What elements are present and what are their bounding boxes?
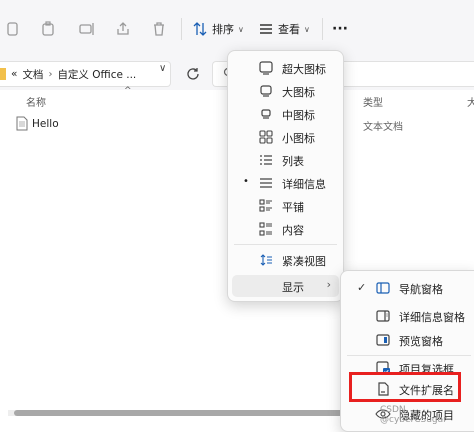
- menu-divider: [234, 244, 337, 245]
- breadcrumb-item-custom-office[interactable]: 自定义 Office ...: [57, 67, 136, 82]
- menu-item-navigation-pane[interactable]: ✓ 导航窗格: [345, 277, 474, 299]
- horizontal-scrollbar-thumb[interactable]: [14, 410, 352, 416]
- menu-item-large-icons[interactable]: 大图标: [232, 80, 339, 102]
- preview-pane-icon: [376, 334, 390, 346]
- file-name: Hello: [32, 118, 59, 130]
- menu-item-label: 小图标: [282, 132, 315, 145]
- sort-icon: [193, 22, 207, 36]
- watermark: CSDN @cyberCSugar: [380, 405, 447, 425]
- breadcrumb[interactable]: « 文档 › 自定义 Office ...: [0, 61, 171, 87]
- paste-icon[interactable]: [40, 20, 58, 38]
- selected-bullet-icon: •: [243, 176, 249, 187]
- compact-view-icon: [260, 254, 272, 266]
- refresh-icon[interactable]: [185, 66, 201, 82]
- menu-item-list[interactable]: 列表: [232, 149, 339, 171]
- breadcrumb-overflow[interactable]: «: [11, 68, 17, 80]
- sort-label: 排序: [212, 23, 234, 36]
- chevron-down-icon: ∨: [238, 24, 244, 34]
- details-icon: [260, 178, 272, 188]
- menu-item-label: 中图标: [282, 109, 315, 122]
- menu-item-details[interactable]: • 详细信息: [232, 172, 339, 194]
- menu-item-label: 详细信息窗格: [399, 311, 465, 324]
- medium-icons-icon: [261, 109, 271, 119]
- menu-divider: [347, 355, 471, 356]
- menu-item-compact-view[interactable]: 紧凑视图: [232, 249, 339, 271]
- rename-icon[interactable]: [78, 20, 96, 38]
- menu-item-extra-large-icons[interactable]: 超大图标: [232, 57, 339, 79]
- toolbar-divider: [322, 18, 323, 40]
- navigation-pane-icon: [376, 282, 390, 294]
- sort-button[interactable]: 排序 ∨: [192, 16, 244, 42]
- text-file-icon: [16, 116, 28, 131]
- menu-item-preview-pane[interactable]: 预览窗格: [345, 329, 474, 351]
- chevron-down-icon[interactable]: ∨: [159, 63, 166, 74]
- column-header-name[interactable]: 名称: [26, 94, 46, 109]
- column-header-size[interactable]: 大: [467, 94, 474, 109]
- menu-item-content[interactable]: 内容: [232, 218, 339, 240]
- share-icon[interactable]: [114, 20, 132, 38]
- chevron-right-icon: ›: [326, 278, 331, 291]
- menu-item-small-icons[interactable]: 小图标: [232, 126, 339, 148]
- check-icon: ✓: [357, 281, 367, 294]
- menu-item-label: 内容: [282, 224, 304, 237]
- menu-item-label: 超大图标: [282, 63, 326, 76]
- tiles-icon: [259, 199, 272, 212]
- breadcrumb-separator: ›: [48, 68, 53, 80]
- view-label: 查看: [278, 23, 300, 36]
- delete-icon[interactable]: [150, 20, 168, 38]
- menu-item-medium-icons[interactable]: 中图标: [232, 103, 339, 125]
- menu-item-label: 平铺: [282, 201, 304, 214]
- sort-ascending-icon: ^: [124, 86, 132, 96]
- chevron-down-icon: ∨: [304, 24, 310, 34]
- menu-item-tiles[interactable]: 平铺: [232, 195, 339, 217]
- view-menu: 超大图标 大图标 中图标 小图标 列表 • 详细信息 平铺 内容 紧凑视图 显示…: [227, 50, 344, 302]
- file-type: 文本文档: [363, 122, 403, 133]
- menu-item-label: 详细信息: [282, 178, 326, 191]
- menu-item-label: 显示: [282, 281, 304, 294]
- menu-item-label: 导航窗格: [399, 283, 443, 296]
- column-header-type[interactable]: 类型: [363, 94, 383, 109]
- copy-icon[interactable]: [4, 20, 22, 38]
- annotation-highlight-box: [349, 372, 461, 402]
- view-icon: [260, 24, 272, 34]
- menu-item-label: 大图标: [282, 86, 315, 99]
- small-icons-icon: [259, 130, 273, 144]
- menu-item-details-pane[interactable]: 详细信息窗格: [345, 305, 474, 327]
- details-pane-icon: [376, 310, 390, 322]
- folder-icon: [0, 68, 6, 80]
- menu-item-label: 预览窗格: [399, 335, 443, 348]
- list-icon: [260, 155, 272, 165]
- menu-item-label: 列表: [282, 155, 304, 168]
- extra-large-icons-icon: [259, 61, 273, 75]
- content-icon: [259, 222, 272, 236]
- large-icons-icon: [260, 85, 272, 97]
- breadcrumb-item-documents[interactable]: 文档: [22, 67, 43, 82]
- toolbar-divider: [181, 18, 182, 40]
- more-options-button[interactable]: ···: [332, 16, 348, 42]
- view-button[interactable]: 查看 ∨: [258, 16, 310, 42]
- menu-item-show[interactable]: 显示 ›: [232, 275, 339, 297]
- menu-item-label: 紧凑视图: [282, 255, 326, 268]
